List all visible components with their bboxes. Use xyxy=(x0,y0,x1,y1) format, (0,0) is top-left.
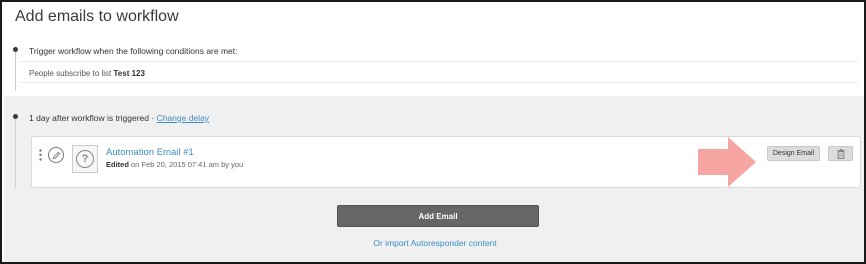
trash-icon xyxy=(837,148,844,159)
delay-label: 1 day after workflow is triggered · Chan… xyxy=(29,113,209,123)
email-card: ? Automation Email #1 Edited on Feb 20, … xyxy=(31,136,861,188)
condition-prefix: People subscribe to list xyxy=(29,69,112,78)
timeline-dot xyxy=(13,47,18,52)
workflow-editor: Add emails to workflow Trigger workflow … xyxy=(0,0,866,264)
timeline-line xyxy=(15,49,16,91)
change-delay-link[interactable]: Change delay xyxy=(157,113,209,123)
condition-list-name: Test 123 xyxy=(113,69,145,78)
page-title: Add emails to workflow xyxy=(15,8,179,25)
design-email-button[interactable]: Design Email xyxy=(767,146,820,161)
delay-separator: · xyxy=(151,113,155,123)
annotation-arrow-icon xyxy=(698,137,756,187)
timeline-dot xyxy=(13,114,18,119)
add-email-button[interactable]: Add Email xyxy=(337,205,539,227)
question-mark-icon: ? xyxy=(76,150,94,168)
edit-icon[interactable] xyxy=(48,147,64,163)
email-meta-prefix: Edited xyxy=(106,160,129,169)
timeline-line xyxy=(15,116,16,188)
delete-email-button[interactable] xyxy=(828,146,853,161)
delay-text: 1 day after workflow is triggered xyxy=(29,113,149,123)
email-thumbnail[interactable]: ? xyxy=(72,145,98,173)
drag-handle-icon[interactable] xyxy=(39,149,42,162)
import-autoresponder-link[interactable]: Or import Autoresponder content xyxy=(2,238,864,248)
trigger-condition: People subscribe to list Test 123 xyxy=(19,61,859,83)
email-meta: Edited on Feb 20, 2015 07:41 am by you xyxy=(106,160,243,169)
email-name-link[interactable]: Automation Email #1 xyxy=(106,147,194,158)
trigger-label: Trigger workflow when the following cond… xyxy=(29,46,238,56)
condition-text: People subscribe to list Test 123 xyxy=(29,69,145,78)
email-meta-suffix: on Feb 20, 2015 07:41 am by you xyxy=(131,160,244,169)
